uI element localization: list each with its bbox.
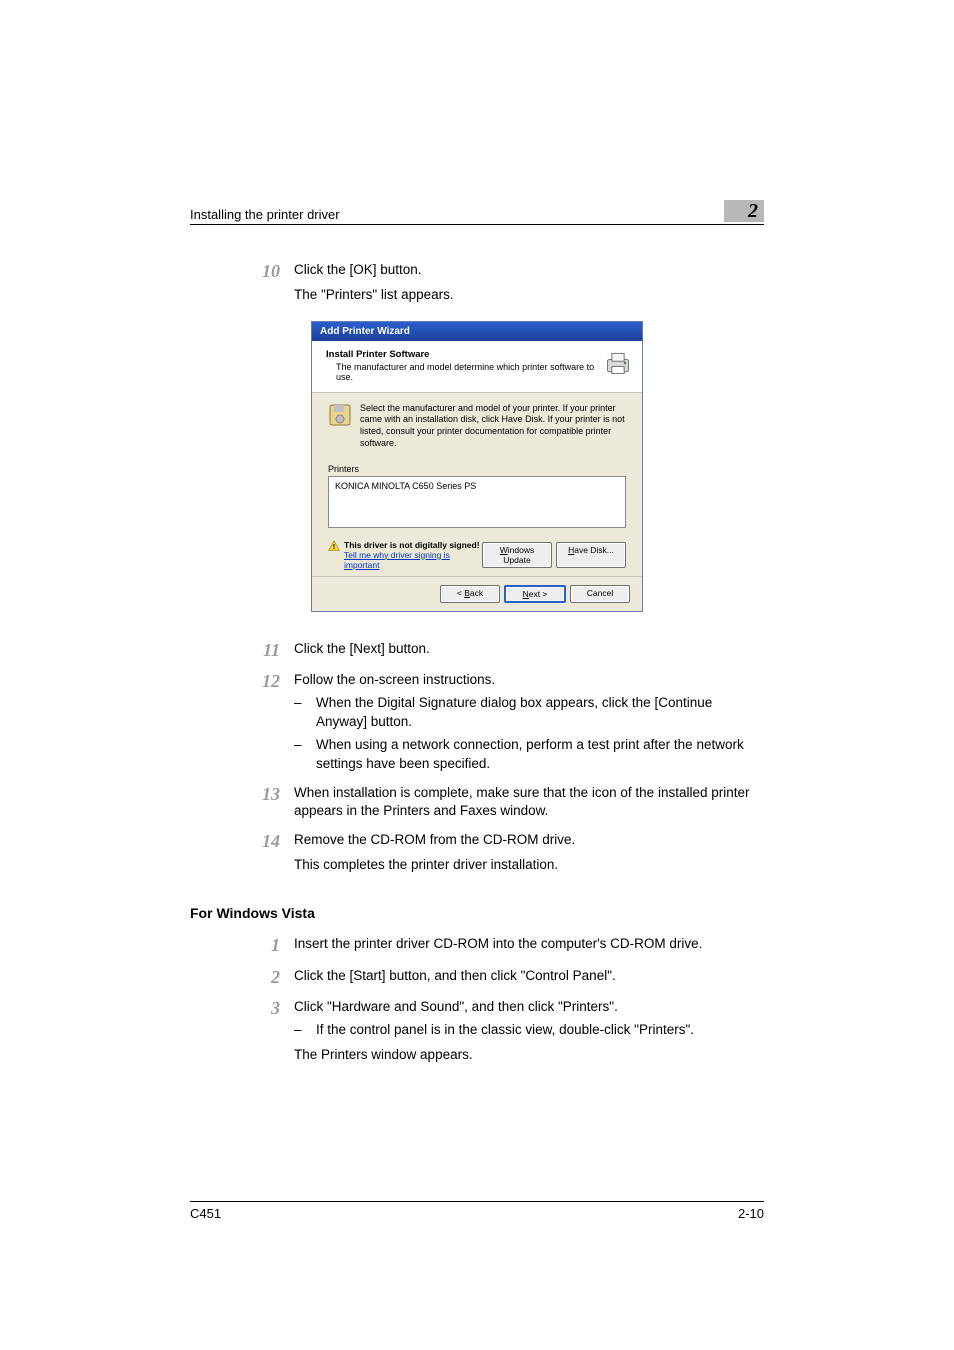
vista-step-2: 2 Click the [Start] button, and then cli… (190, 967, 764, 989)
step-13: 13 When installation is complete, make s… (190, 784, 764, 822)
step-10: 10 Click the [OK] button. The "Printers"… (190, 261, 764, 311)
dialog-heading: Install Printer Software (326, 349, 604, 360)
page-footer: C451 2-10 (190, 1201, 764, 1221)
bullet-text: If the control panel is in the classic v… (316, 1021, 764, 1040)
step-text: Remove the CD-ROM from the CD-ROM drive. (294, 831, 764, 850)
printer-icon (604, 349, 632, 377)
step-text: Click "Hardware and Sound", and then cli… (294, 998, 764, 1017)
step-text: Click the [OK] button. (294, 261, 764, 280)
svg-text:!: ! (333, 542, 336, 551)
page-header: Installing the printer driver 2 (190, 200, 764, 225)
dialog-subheading: The manufacturer and model determine whi… (336, 362, 604, 382)
dialog-info-text: Select the manufacturer and model of you… (360, 403, 626, 450)
windows-update-button[interactable]: Windows Update (482, 542, 552, 568)
step-number: 2 (190, 967, 294, 989)
have-disk-button[interactable]: Have Disk... (556, 542, 626, 568)
step-14: 14 Remove the CD-ROM from the CD-ROM dri… (190, 831, 764, 881)
step-subtext: The "Printers" list appears. (294, 286, 764, 305)
step-text: Click the [Next] button. (294, 640, 764, 662)
driver-unsigned-warning: This driver is not digitally signed! (344, 540, 482, 550)
back-button[interactable]: < Back (440, 585, 500, 603)
step-subtext: This completes the printer driver instal… (294, 856, 764, 875)
chapter-badge: 2 (724, 200, 764, 222)
step-11: 11 Click the [Next] button. (190, 640, 764, 662)
step-number: 1 (190, 935, 294, 957)
step-text: Click the [Start] button, and then click… (294, 967, 764, 989)
bullet-dash: – (294, 694, 316, 732)
step-number: 12 (190, 671, 294, 773)
step-12: 12 Follow the on-screen instructions. – … (190, 671, 764, 773)
step-text: When installation is complete, make sure… (294, 784, 764, 822)
driver-signing-link[interactable]: Tell me why driver signing is important (344, 550, 482, 570)
bullet-text: When using a network connection, perform… (316, 736, 764, 774)
section-heading-vista: For Windows Vista (190, 905, 764, 921)
next-button[interactable]: Next > (504, 585, 566, 603)
step-text: Insert the printer driver CD-ROM into th… (294, 935, 764, 957)
footer-page-number: 2-10 (738, 1206, 764, 1221)
cancel-button[interactable]: Cancel (570, 585, 630, 603)
footer-model: C451 (190, 1206, 221, 1221)
step-text: Follow the on-screen instructions. (294, 671, 764, 690)
dialog-titlebar: Add Printer Wizard (312, 322, 642, 341)
printer-list-item[interactable]: KONICA MINOLTA C650 Series PS (335, 481, 619, 491)
add-printer-wizard-dialog: Add Printer Wizard Install Printer Softw… (311, 321, 643, 612)
vista-step-1: 1 Insert the printer driver CD-ROM into … (190, 935, 764, 957)
step-number: 10 (190, 261, 294, 311)
step-number: 11 (190, 640, 294, 662)
vista-step-3: 3 Click "Hardware and Sound", and then c… (190, 998, 764, 1071)
bullet-dash: – (294, 736, 316, 774)
step-subtext: The Printers window appears. (294, 1046, 764, 1065)
warning-icon: ! (328, 540, 340, 552)
floppy-disk-icon (328, 403, 352, 427)
step-number: 14 (190, 831, 294, 881)
printers-listbox[interactable]: KONICA MINOLTA C650 Series PS (328, 476, 626, 528)
printers-label: Printers (328, 464, 626, 474)
step-number: 3 (190, 998, 294, 1071)
step-number: 13 (190, 784, 294, 822)
bullet-dash: – (294, 1021, 316, 1040)
bullet-text: When the Digital Signature dialog box ap… (316, 694, 764, 732)
header-title: Installing the printer driver (190, 207, 340, 222)
